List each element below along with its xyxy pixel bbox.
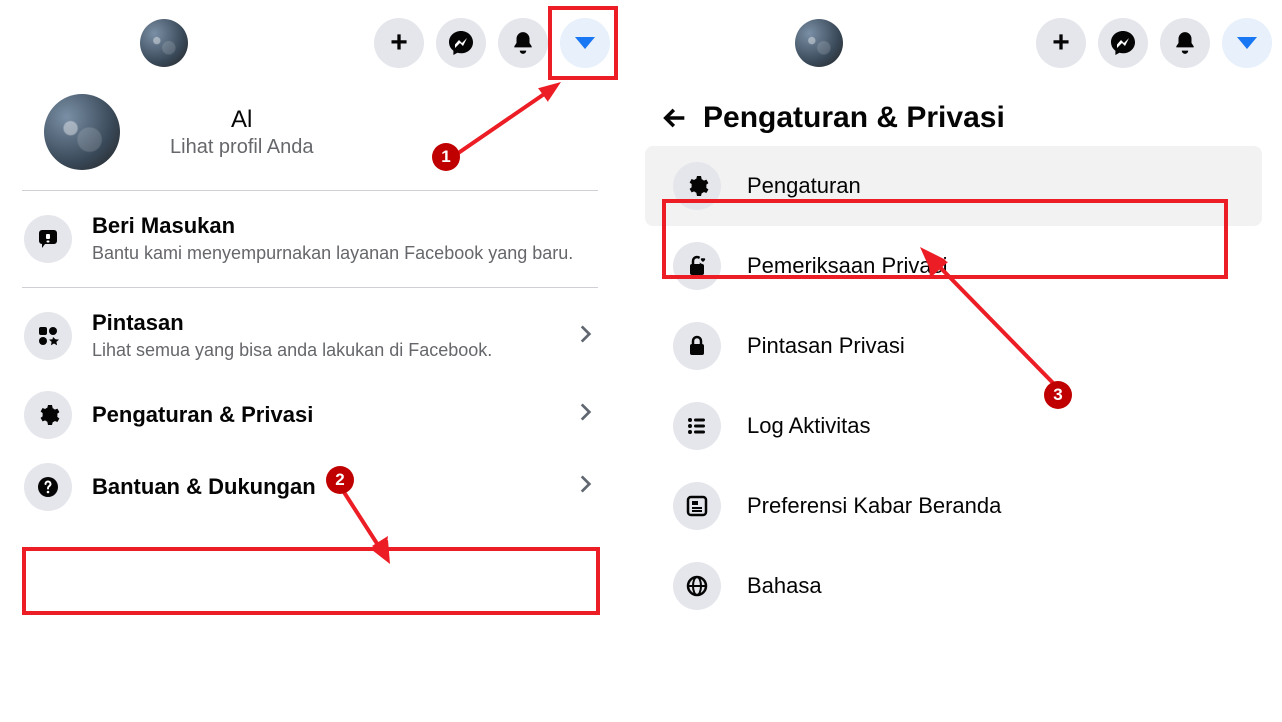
settings-label: Pengaturan xyxy=(747,173,1240,199)
settings-privacy-title: Pengaturan & Privasi xyxy=(92,402,572,428)
chevron-right-icon xyxy=(572,399,598,430)
caret-down-icon xyxy=(1237,37,1257,49)
divider xyxy=(22,190,598,191)
messenger-button[interactable] xyxy=(1098,18,1148,68)
arrow-left-icon xyxy=(661,104,689,132)
profile-subtitle: Lihat profil Anda xyxy=(170,136,313,159)
plus-icon xyxy=(390,26,408,60)
caret-down-icon xyxy=(575,37,595,49)
create-button[interactable] xyxy=(1036,18,1086,68)
topbar-left xyxy=(0,0,620,80)
feedback-subtitle: Bantu kami menyempurnakan layanan Facebo… xyxy=(92,241,598,265)
profile-name: Al xyxy=(170,106,313,134)
messenger-button[interactable] xyxy=(436,18,486,68)
lock-icon xyxy=(673,322,721,370)
messenger-icon xyxy=(447,29,475,57)
settings-privacy-row[interactable]: Pengaturan & Privasi xyxy=(0,379,620,451)
news-feed-icon xyxy=(673,482,721,530)
list-icon xyxy=(673,402,721,450)
bell-icon xyxy=(1172,30,1198,56)
avatar-small[interactable] xyxy=(140,19,188,67)
avatar xyxy=(44,94,120,170)
globe-icon xyxy=(673,562,721,610)
bell-icon xyxy=(510,30,536,56)
feedback-icon xyxy=(24,215,72,263)
annotation-arrow-1 xyxy=(443,70,583,170)
submenu-title: Pengaturan & Privasi xyxy=(703,101,1005,135)
gear-icon xyxy=(24,391,72,439)
annotation-arrow-3 xyxy=(910,240,1070,400)
help-icon xyxy=(24,463,72,511)
step-badge-1: 1 xyxy=(432,143,460,171)
topbar-right xyxy=(625,0,1282,80)
language-row[interactable]: Bahasa xyxy=(625,546,1282,626)
submenu-header: Pengaturan & Privasi xyxy=(625,80,1282,146)
gear-icon xyxy=(673,162,721,210)
create-button[interactable] xyxy=(374,18,424,68)
divider xyxy=(22,287,598,288)
account-menu-button[interactable] xyxy=(1222,18,1272,68)
chevron-right-icon xyxy=(572,321,598,352)
shortcuts-row[interactable]: Pintasan Lihat semua yang bisa anda laku… xyxy=(0,294,620,378)
shortcuts-subtitle: Lihat semua yang bisa anda lakukan di Fa… xyxy=(92,338,572,362)
notifications-button[interactable] xyxy=(498,18,548,68)
feedback-row[interactable]: Beri Masukan Bantu kami menyempurnakan l… xyxy=(0,197,620,281)
shortcuts-title: Pintasan xyxy=(92,310,572,336)
step-badge-2: 2 xyxy=(326,466,354,494)
notifications-button[interactable] xyxy=(1160,18,1210,68)
feedback-title: Beri Masukan xyxy=(92,213,598,239)
back-button[interactable] xyxy=(657,100,693,136)
avatar-small[interactable] xyxy=(795,19,843,67)
account-menu-button[interactable] xyxy=(560,18,610,68)
lock-heart-icon xyxy=(673,242,721,290)
step-badge-3: 3 xyxy=(1044,381,1072,409)
language-label: Bahasa xyxy=(747,573,1260,599)
settings-row[interactable]: Pengaturan xyxy=(645,146,1262,226)
news-feed-label: Preferensi Kabar Beranda xyxy=(747,493,1260,519)
plus-icon xyxy=(1052,26,1070,60)
messenger-icon xyxy=(1109,29,1137,57)
news-feed-row[interactable]: Preferensi Kabar Beranda xyxy=(625,466,1282,546)
chevron-right-icon xyxy=(572,471,598,502)
shortcuts-icon xyxy=(24,312,72,360)
help-support-row[interactable]: Bantuan & Dukungan xyxy=(0,451,620,523)
activity-log-label: Log Aktivitas xyxy=(747,413,1260,439)
